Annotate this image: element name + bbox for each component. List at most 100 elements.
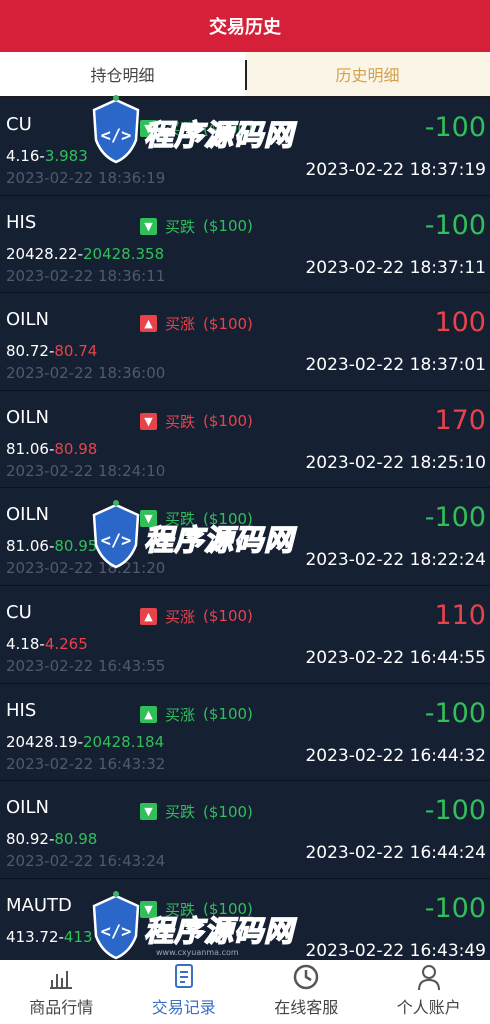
order-row[interactable]: CU ▼ 买涨 ($100) -100 4.16-3.983 2023-02-22 18:3… [0, 98, 490, 196]
order-open-time: 2023-02-22 16:43:32 [6, 754, 166, 773]
order-prices: 20428.22-20428.358 [6, 244, 165, 263]
arrow-down-icon: ▼ [140, 510, 157, 528]
arrow-down-icon: ▼ [140, 412, 157, 430]
nav-account-label: 个人账户 [396, 998, 461, 1017]
order-direction: ▼ 买涨 ($100) [140, 118, 253, 139]
order-close-price: 80.98 [54, 439, 98, 458]
order-symbol: OILN [6, 504, 49, 526]
order-stake: ($100) [203, 802, 253, 821]
document-icon [174, 964, 193, 988]
clock-icon [294, 964, 319, 990]
order-stake: ($100) [203, 217, 253, 236]
order-direction-label: 买涨 [165, 705, 196, 724]
order-close-price: 3.983 [44, 147, 88, 165]
arrow-down-icon: ▼ [140, 120, 157, 137]
arrow-down-icon: ▼ [140, 803, 157, 821]
order-row[interactable]: OILN ▲ 买涨 ($100) 100 80.72-80.74 2023-02-22 18… [0, 293, 490, 391]
order-stake: ($100) [203, 900, 253, 919]
order-symbol: OILN [6, 406, 49, 428]
order-stake: ($100) [203, 705, 253, 724]
order-direction-label: 买跌 [165, 412, 196, 431]
order-close-time: 2023-02-22 16:44:55 [305, 647, 486, 668]
order-open-price: 80.92 [6, 830, 49, 849]
order-row[interactable]: HIS ▲ 买涨 ($100) -100 20428.19-20428.184 2023-0… [0, 683, 490, 782]
arrow-down-icon: ▼ [140, 217, 157, 235]
order-row[interactable]: MAUTD ▼ 买跌 ($100) -100 413.72-413 2023-02-22 1… [0, 878, 490, 960]
arrow-down-icon: ▼ [140, 900, 157, 918]
order-symbol: MAUTD [6, 894, 72, 916]
order-profit: -100 [424, 697, 486, 729]
order-row[interactable]: OILN ▼ 买跌 ($100) 170 81.06-80.98 2023-02-22 18… [0, 390, 490, 489]
order-symbol: HIS [6, 699, 37, 721]
order-open-time: 2023-02-22 18:36:19 [6, 169, 166, 187]
order-open-time: 2023-02-22 18:36:11 [6, 266, 166, 285]
order-stake: ($100) [203, 607, 253, 626]
order-direction: ▲ 买涨 ($100) [140, 313, 253, 334]
app-header: 交易历史 [0, 0, 490, 52]
order-direction: ▼ 买跌 ($100) [140, 801, 253, 822]
order-direction-label: 买涨 [165, 607, 196, 626]
arrow-up-icon: ▲ [140, 705, 157, 723]
order-prices: 413.72-413 [6, 927, 93, 946]
order-open-price: 4.16 [6, 147, 40, 165]
order-prices: 4.16-3.983 [6, 147, 88, 165]
order-close-time: 2023-02-22 18:37:11 [305, 257, 486, 278]
order-profit: -100 [424, 502, 486, 534]
nav-account[interactable]: 个人账户 [368, 960, 490, 1024]
order-direction-label: 买跌 [165, 803, 196, 822]
nav-support[interactable]: 在线客服 [245, 960, 368, 1024]
order-direction-label: 买跌 [165, 900, 196, 919]
order-history-list[interactable]: CU ▼ 买涨 ($100) -100 4.16-3.983 2023-02-22 18:3… [0, 98, 490, 960]
order-profit: -100 [424, 795, 486, 827]
nav-market[interactable]: 商品行情 [0, 960, 123, 1024]
order-direction-label: 买跌 [165, 510, 196, 529]
order-close-price: 80.98 [54, 830, 98, 849]
order-prices: 80.92-80.98 [6, 830, 98, 849]
order-prices: 81.06-80.98 [6, 439, 98, 458]
tab-history[interactable]: 历史明细 [245, 52, 490, 96]
order-open-time: 2023-02-22 18:24:10 [6, 461, 166, 480]
order-open-price: 80.72 [6, 342, 49, 361]
order-direction: ▼ 买跌 ($100) [140, 899, 253, 920]
order-symbol: OILN [6, 309, 49, 331]
order-open-price: 4.18 [6, 634, 40, 653]
order-profit: -100 [424, 112, 486, 143]
order-prices: 4.18-4.265 [6, 634, 88, 653]
order-close-price: 80.95 [54, 537, 98, 556]
user-icon [417, 965, 440, 991]
order-symbol: HIS [6, 211, 37, 233]
order-profit: -100 [424, 892, 486, 924]
order-direction: ▲ 买涨 ($100) [140, 606, 253, 627]
tab-divider [245, 60, 247, 90]
order-profit: -100 [424, 209, 486, 241]
order-direction-label: 买涨 [165, 120, 196, 138]
order-row[interactable]: OILN ▼ 买跌 ($100) -100 81.06-80.95 2023-02-22 1… [0, 488, 490, 586]
order-close-price: 4.265 [44, 634, 88, 653]
order-close-time: 2023-02-22 18:37:19 [305, 160, 486, 180]
order-direction: ▼ 买跌 ($100) [140, 216, 253, 237]
order-symbol: CU [6, 601, 32, 623]
order-profit: 110 [434, 599, 486, 631]
arrow-up-icon: ▲ [140, 607, 157, 625]
order-close-time: 2023-02-22 16:44:32 [305, 745, 486, 766]
order-stake: ($100) [203, 412, 253, 431]
arrow-up-icon: ▲ [140, 315, 157, 333]
order-direction: ▲ 买涨 ($100) [140, 704, 253, 725]
nav-market-label: 商品行情 [29, 998, 94, 1017]
order-open-price: 413.72 [6, 927, 59, 946]
order-row[interactable]: CU ▲ 买涨 ($100) 110 4.18-4.265 2023-02-22 16:43… [0, 585, 490, 684]
order-close-time: 2023-02-22 18:25:10 [305, 452, 486, 473]
order-open-price: 20428.22 [6, 244, 78, 263]
order-close-time: 2023-02-22 16:44:24 [305, 843, 486, 864]
order-stake: ($100) [203, 119, 253, 138]
order-prices: 20428.19-20428.184 [6, 732, 165, 751]
order-open-price: 81.06 [6, 439, 49, 458]
order-close-time: 2023-02-22 18:37:01 [305, 355, 486, 376]
order-row[interactable]: OILN ▼ 买跌 ($100) -100 80.92-80.98 2023-02-22 1… [0, 781, 490, 879]
tab-positions[interactable]: 持仓明细 [0, 52, 245, 96]
nav-trade-records[interactable]: 交易记录 [123, 960, 246, 1024]
order-row[interactable]: HIS ▼ 买跌 ($100) -100 20428.22-20428.358 2023-0… [0, 195, 490, 294]
order-close-price: 80.74 [54, 342, 98, 361]
order-symbol: CU [6, 114, 32, 135]
order-close-price: 20428.184 [83, 732, 165, 751]
